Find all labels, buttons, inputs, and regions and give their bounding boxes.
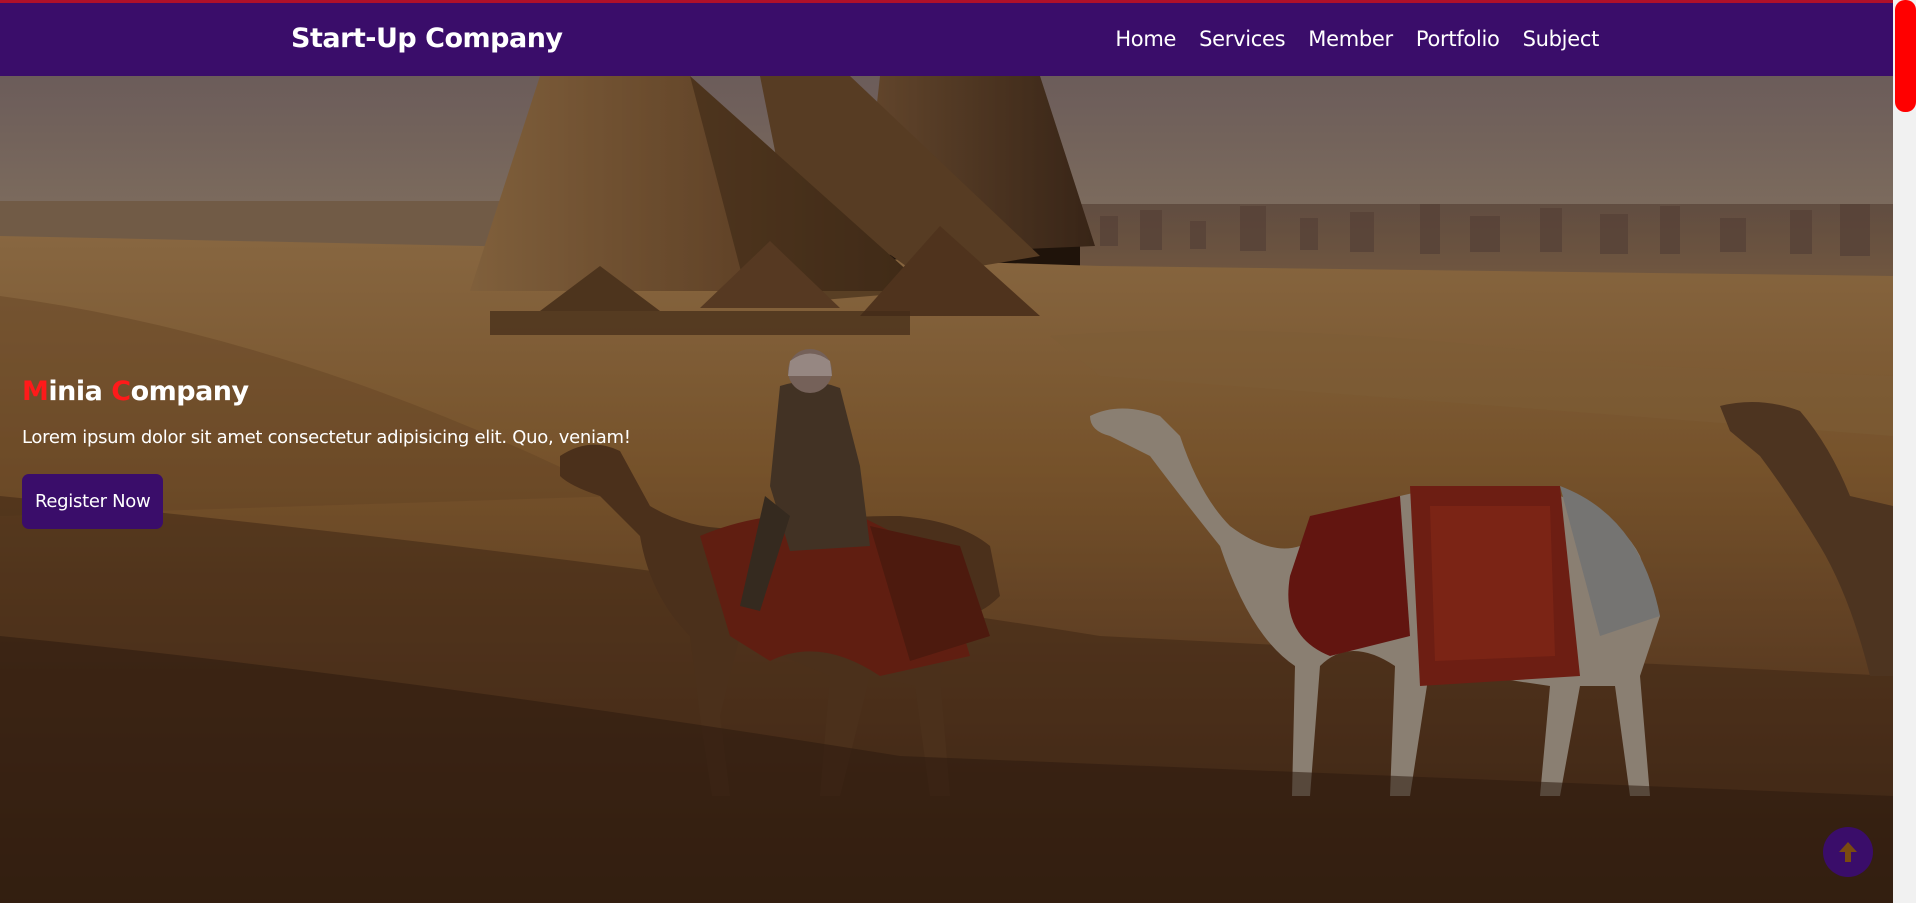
hero-text-block: Minia Company Lorem ipsum dolor sit amet… xyxy=(22,376,631,529)
nav-link-portfolio[interactable]: Portfolio xyxy=(1416,27,1500,51)
nav-link-services[interactable]: Services xyxy=(1199,27,1285,51)
top-accent-bar xyxy=(0,0,1893,3)
hero-section: Minia Company Lorem ipsum dolor sit amet… xyxy=(0,76,1893,903)
brand-logo[interactable]: Start-Up Company xyxy=(291,23,563,54)
hero-title-accent-m: M xyxy=(22,376,49,407)
hero-subtitle: Lorem ipsum dolor sit amet consectetur a… xyxy=(22,427,631,448)
page: Start-Up Company Home Services Member Po… xyxy=(0,0,1916,903)
navbar: Start-Up Company Home Services Member Po… xyxy=(0,3,1893,76)
hero-title: Minia Company xyxy=(22,376,631,407)
scroll-to-top-button[interactable] xyxy=(1823,827,1873,877)
register-now-button[interactable]: Register Now xyxy=(22,474,164,529)
nav-link-subject[interactable]: Subject xyxy=(1523,27,1600,51)
nav-link-home[interactable]: Home xyxy=(1115,27,1176,51)
scrollbar-thumb[interactable] xyxy=(1895,0,1916,112)
nav-link-member[interactable]: Member xyxy=(1308,27,1393,51)
hero-title-part-2: ompany xyxy=(130,376,250,407)
hero-title-part-1: inia xyxy=(48,376,112,407)
page-scrollbar[interactable] xyxy=(1893,0,1916,903)
hero-title-accent-c: C xyxy=(111,376,131,407)
nav-links: Home Services Member Portfolio Subject xyxy=(1115,27,1599,51)
arrow-up-icon xyxy=(1839,842,1857,862)
